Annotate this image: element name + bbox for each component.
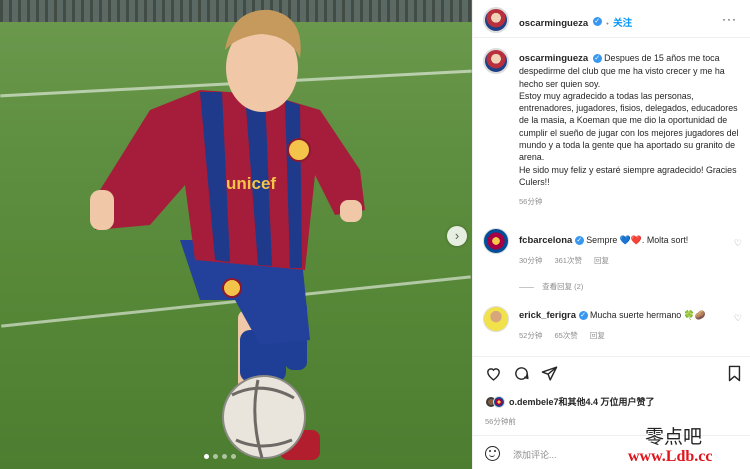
avatar[interactable] <box>483 228 509 254</box>
comment-item: erick_ferigra ✓ Mucha suerte hermano 🍀🥔 … <box>519 310 719 341</box>
post-photo[interactable]: unicef › <box>0 0 472 469</box>
heart-icon[interactable]: ♡ <box>734 313 742 324</box>
verified-icon: ✓ <box>578 311 588 321</box>
carousel-dot <box>204 454 209 459</box>
carousel-dots <box>204 454 236 459</box>
comment-time: 30分钟 <box>519 256 543 265</box>
username-link[interactable]: oscarmingueza <box>519 18 588 29</box>
carousel-dot <box>231 454 236 459</box>
verified-icon: ✓ <box>592 54 602 64</box>
view-replies-label[interactable]: 查看回复 (2) <box>542 282 583 291</box>
shirt-sponsor-text: unicef <box>226 174 277 193</box>
watermark-url: www.Ldb.cc <box>628 448 713 465</box>
comment-text: Mucha suerte hermano 🍀🥔 <box>589 310 706 320</box>
heart-icon[interactable]: ♡ <box>734 238 742 249</box>
view-replies[interactable]: —— 查看回复 (2) <box>519 281 719 292</box>
verified-icon: ✓ <box>574 236 584 246</box>
more-icon[interactable]: ··· <box>722 12 737 26</box>
caption-line: Estoy muy agradecido a todas las persona… <box>519 90 739 163</box>
heart-icon[interactable] <box>485 365 502 382</box>
avatar[interactable] <box>483 7 509 33</box>
comment-input[interactable]: 添加评论... <box>513 448 557 461</box>
reply-button[interactable]: 回复 <box>594 256 609 265</box>
caption-line: He sido muy feliz y estaré siempre agrad… <box>519 164 737 187</box>
likes-text: 和其他4.4 万位用户赞了 <box>558 397 655 407</box>
comment-time: 52分钟 <box>519 331 543 340</box>
separator-dot: • <box>606 19 609 28</box>
next-arrow-icon[interactable]: › <box>447 226 467 246</box>
share-icon[interactable] <box>541 365 558 382</box>
comment-item: fcbarcelona ✓ Sempre 💙❤️. Molta sort! 30… <box>519 235 719 292</box>
emoji-icon[interactable] <box>485 446 500 461</box>
comment-likes[interactable]: 65次赞 <box>554 331 577 340</box>
reply-button[interactable]: 回复 <box>590 331 605 340</box>
likes-user[interactable]: o.dembele7 <box>509 397 559 407</box>
avatar[interactable] <box>483 48 509 74</box>
comment-likes[interactable]: 361次赞 <box>554 256 582 265</box>
post-side-panel: oscarmingueza ✓ • 关注 ··· oscarmingueza ✓… <box>472 0 750 469</box>
comment-icon[interactable] <box>513 365 530 382</box>
bookmark-icon[interactable] <box>727 365 742 382</box>
watermark-logo-text: 零点吧 <box>645 426 703 448</box>
avatar <box>493 395 505 408</box>
comment-meta: 30分钟 361次赞 回复 <box>519 255 719 266</box>
player-illustration <box>90 9 365 460</box>
avatar[interactable] <box>483 306 509 332</box>
caption-time: 56分钟 <box>519 197 543 207</box>
verified-icon: ✓ <box>592 17 602 27</box>
username-link[interactable]: erick_ferigra <box>519 310 576 321</box>
post-header: oscarmingueza ✓ • 关注 ··· <box>473 0 750 38</box>
username-link[interactable]: oscarmingueza <box>519 53 588 64</box>
comment-text: Sempre 💙❤️. Molta sort! <box>586 235 689 245</box>
username-link[interactable]: fcbarcelona <box>519 235 572 246</box>
header-user: oscarmingueza ✓ • 关注 <box>519 13 632 31</box>
likes-summary[interactable]: o.dembele7 和其他4.4 万位用户赞了 <box>485 395 655 408</box>
carousel-dot <box>213 454 218 459</box>
follow-button[interactable]: 关注 <box>613 18 632 29</box>
post-caption: oscarmingueza ✓ Despues de 15 años me to… <box>519 52 745 209</box>
comment-meta: 52分钟 65次赞 回复 <box>519 330 719 341</box>
carousel-dot <box>222 454 227 459</box>
replies-line: —— <box>519 282 534 291</box>
post-time: 56分钟前 <box>485 417 516 426</box>
